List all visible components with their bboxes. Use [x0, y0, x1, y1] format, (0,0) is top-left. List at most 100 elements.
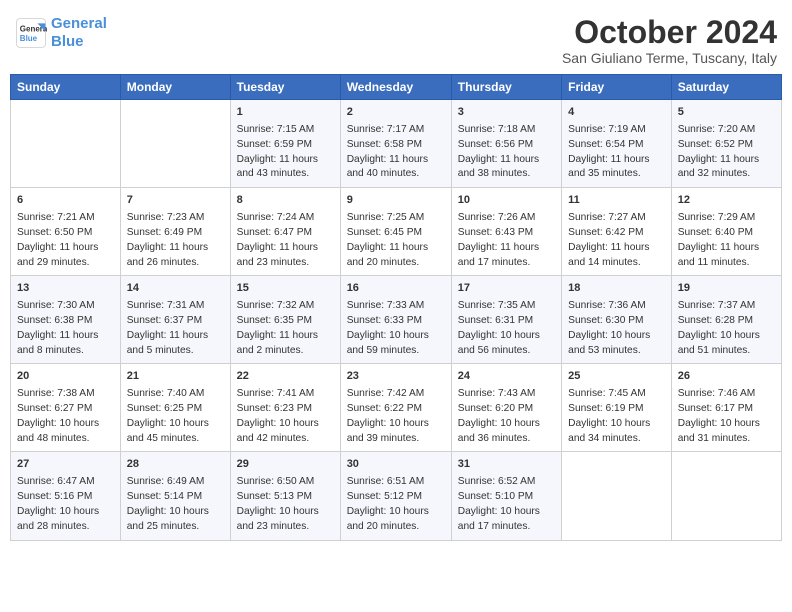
day-info: Sunrise: 7:31 AM Sunset: 6:37 PM Dayligh…	[127, 299, 224, 358]
day-number: 7	[127, 193, 224, 209]
col-header-monday: Monday	[120, 75, 230, 100]
day-info: Sunrise: 7:27 AM Sunset: 6:42 PM Dayligh…	[568, 211, 665, 270]
day-info: Sunrise: 7:40 AM Sunset: 6:25 PM Dayligh…	[127, 387, 224, 446]
day-cell: 4 Sunrise: 7:19 AM Sunset: 6:54 PM Daylig…	[562, 100, 672, 188]
day-number: 31	[458, 457, 555, 473]
week-row-4: 20 Sunrise: 7:38 AM Sunset: 6:27 PM Dayli…	[11, 364, 782, 452]
day-cell: 9 Sunrise: 7:25 AM Sunset: 6:45 PM Daylig…	[340, 188, 451, 276]
header-row: SundayMondayTuesdayWednesdayThursdayFrid…	[11, 75, 782, 100]
day-info: Sunrise: 7:24 AM Sunset: 6:47 PM Dayligh…	[237, 211, 334, 270]
day-number: 3	[458, 105, 555, 121]
day-cell: 31 Sunrise: 6:52 AM Sunset: 5:10 PM Dayli…	[451, 452, 561, 540]
week-row-5: 27 Sunrise: 6:47 AM Sunset: 5:16 PM Dayli…	[11, 452, 782, 540]
day-cell: 17 Sunrise: 7:35 AM Sunset: 6:31 PM Dayli…	[451, 276, 561, 364]
day-number: 1	[237, 105, 334, 121]
calendar-table: SundayMondayTuesdayWednesdayThursdayFrid…	[10, 74, 782, 540]
location: San Giuliano Terme, Tuscany, Italy	[562, 50, 777, 66]
day-number: 25	[568, 369, 665, 385]
day-cell	[562, 452, 672, 540]
week-row-2: 6 Sunrise: 7:21 AM Sunset: 6:50 PM Daylig…	[11, 188, 782, 276]
logo-line2: Blue	[51, 33, 84, 50]
day-info: Sunrise: 7:36 AM Sunset: 6:30 PM Dayligh…	[568, 299, 665, 358]
day-number: 23	[347, 369, 445, 385]
logo-icon: General Blue	[15, 17, 47, 49]
day-cell: 24 Sunrise: 7:43 AM Sunset: 6:20 PM Dayli…	[451, 364, 561, 452]
day-info: Sunrise: 7:32 AM Sunset: 6:35 PM Dayligh…	[237, 299, 334, 358]
day-number: 18	[568, 281, 665, 297]
day-cell: 23 Sunrise: 7:42 AM Sunset: 6:22 PM Dayli…	[340, 364, 451, 452]
col-header-sunday: Sunday	[11, 75, 121, 100]
col-header-wednesday: Wednesday	[340, 75, 451, 100]
day-cell: 1 Sunrise: 7:15 AM Sunset: 6:59 PM Daylig…	[230, 100, 340, 188]
day-info: Sunrise: 6:52 AM Sunset: 5:10 PM Dayligh…	[458, 475, 555, 534]
col-header-thursday: Thursday	[451, 75, 561, 100]
day-cell	[671, 452, 781, 540]
day-info: Sunrise: 7:17 AM Sunset: 6:58 PM Dayligh…	[347, 123, 445, 182]
day-info: Sunrise: 7:25 AM Sunset: 6:45 PM Dayligh…	[347, 211, 445, 270]
day-number: 29	[237, 457, 334, 473]
day-info: Sunrise: 7:42 AM Sunset: 6:22 PM Dayligh…	[347, 387, 445, 446]
day-number: 26	[678, 369, 775, 385]
day-info: Sunrise: 7:30 AM Sunset: 6:38 PM Dayligh…	[17, 299, 114, 358]
day-number: 24	[458, 369, 555, 385]
day-info: Sunrise: 6:50 AM Sunset: 5:13 PM Dayligh…	[237, 475, 334, 534]
day-number: 15	[237, 281, 334, 297]
page-header: General Blue General Blue October 2024 S…	[10, 10, 782, 66]
day-cell: 19Sunrise: 7:37 AM Sunset: 6:28 PM Dayli…	[671, 276, 781, 364]
day-info: Sunrise: 6:47 AM Sunset: 5:16 PM Dayligh…	[17, 475, 114, 534]
day-info: Sunrise: 7:45 AM Sunset: 6:19 PM Dayligh…	[568, 387, 665, 446]
logo: General Blue General Blue	[15, 15, 107, 51]
day-number: 16	[347, 281, 445, 297]
day-info: Sunrise: 6:49 AM Sunset: 5:14 PM Dayligh…	[127, 475, 224, 534]
day-info: Sunrise: 7:37 AM Sunset: 6:28 PM Dayligh…	[678, 299, 775, 358]
day-number: 2	[347, 105, 445, 121]
day-info: Sunrise: 7:43 AM Sunset: 6:20 PM Dayligh…	[458, 387, 555, 446]
day-number: 14	[127, 281, 224, 297]
day-cell: 28Sunrise: 6:49 AM Sunset: 5:14 PM Dayli…	[120, 452, 230, 540]
day-cell: 14 Sunrise: 7:31 AM Sunset: 6:37 PM Dayli…	[120, 276, 230, 364]
day-number: 12	[678, 193, 775, 209]
day-number: 4	[568, 105, 665, 121]
day-number: 22	[237, 369, 334, 385]
day-number: 8	[237, 193, 334, 209]
month-title: October 2024	[562, 15, 777, 50]
day-cell: 29 Sunrise: 6:50 AM Sunset: 5:13 PM Dayli…	[230, 452, 340, 540]
col-header-tuesday: Tuesday	[230, 75, 340, 100]
day-number: 27	[17, 457, 114, 473]
day-number: 10	[458, 193, 555, 209]
day-info: Sunrise: 7:15 AM Sunset: 6:59 PM Dayligh…	[237, 123, 334, 182]
title-block: October 2024 San Giuliano Terme, Tuscany…	[562, 15, 777, 66]
day-info: Sunrise: 7:21 AM Sunset: 6:50 PM Dayligh…	[17, 211, 114, 270]
day-cell: 2 Sunrise: 7:17 AM Sunset: 6:58 PM Daylig…	[340, 100, 451, 188]
day-cell: 13Sunrise: 7:30 AM Sunset: 6:38 PM Dayli…	[11, 276, 121, 364]
day-cell: 6 Sunrise: 7:21 AM Sunset: 6:50 PM Daylig…	[11, 188, 121, 276]
day-info: Sunrise: 7:29 AM Sunset: 6:40 PM Dayligh…	[678, 211, 775, 270]
day-cell: 15 Sunrise: 7:32 AM Sunset: 6:35 PM Dayli…	[230, 276, 340, 364]
day-cell: 16 Sunrise: 7:33 AM Sunset: 6:33 PM Dayli…	[340, 276, 451, 364]
day-cell: 20 Sunrise: 7:38 AM Sunset: 6:27 PM Dayli…	[11, 364, 121, 452]
day-number: 20	[17, 369, 114, 385]
day-info: Sunrise: 7:35 AM Sunset: 6:31 PM Dayligh…	[458, 299, 555, 358]
day-number: 9	[347, 193, 445, 209]
day-info: Sunrise: 7:46 AM Sunset: 6:17 PM Dayligh…	[678, 387, 775, 446]
day-number: 30	[347, 457, 445, 473]
day-info: Sunrise: 7:38 AM Sunset: 6:27 PM Dayligh…	[17, 387, 114, 446]
day-info: Sunrise: 7:33 AM Sunset: 6:33 PM Dayligh…	[347, 299, 445, 358]
logo-line1: General	[51, 15, 107, 32]
day-info: Sunrise: 7:18 AM Sunset: 6:56 PM Dayligh…	[458, 123, 555, 182]
day-cell: 21Sunrise: 7:40 AM Sunset: 6:25 PM Dayli…	[120, 364, 230, 452]
day-number: 11	[568, 193, 665, 209]
day-info: Sunrise: 7:20 AM Sunset: 6:52 PM Dayligh…	[678, 123, 775, 182]
day-cell: 11 Sunrise: 7:27 AM Sunset: 6:42 PM Dayli…	[562, 188, 672, 276]
day-cell: 7 Sunrise: 7:23 AM Sunset: 6:49 PM Daylig…	[120, 188, 230, 276]
day-cell: 30 Sunrise: 6:51 AM Sunset: 5:12 PM Dayli…	[340, 452, 451, 540]
day-info: Sunrise: 6:51 AM Sunset: 5:12 PM Dayligh…	[347, 475, 445, 534]
day-number: 17	[458, 281, 555, 297]
logo-text: General Blue	[51, 15, 107, 51]
day-info: Sunrise: 7:19 AM Sunset: 6:54 PM Dayligh…	[568, 123, 665, 182]
day-number: 6	[17, 193, 114, 209]
day-info: Sunrise: 7:23 AM Sunset: 6:49 PM Dayligh…	[127, 211, 224, 270]
week-row-3: 13Sunrise: 7:30 AM Sunset: 6:38 PM Dayli…	[11, 276, 782, 364]
day-cell: 26 Sunrise: 7:46 AM Sunset: 6:17 PM Dayli…	[671, 364, 781, 452]
col-header-saturday: Saturday	[671, 75, 781, 100]
